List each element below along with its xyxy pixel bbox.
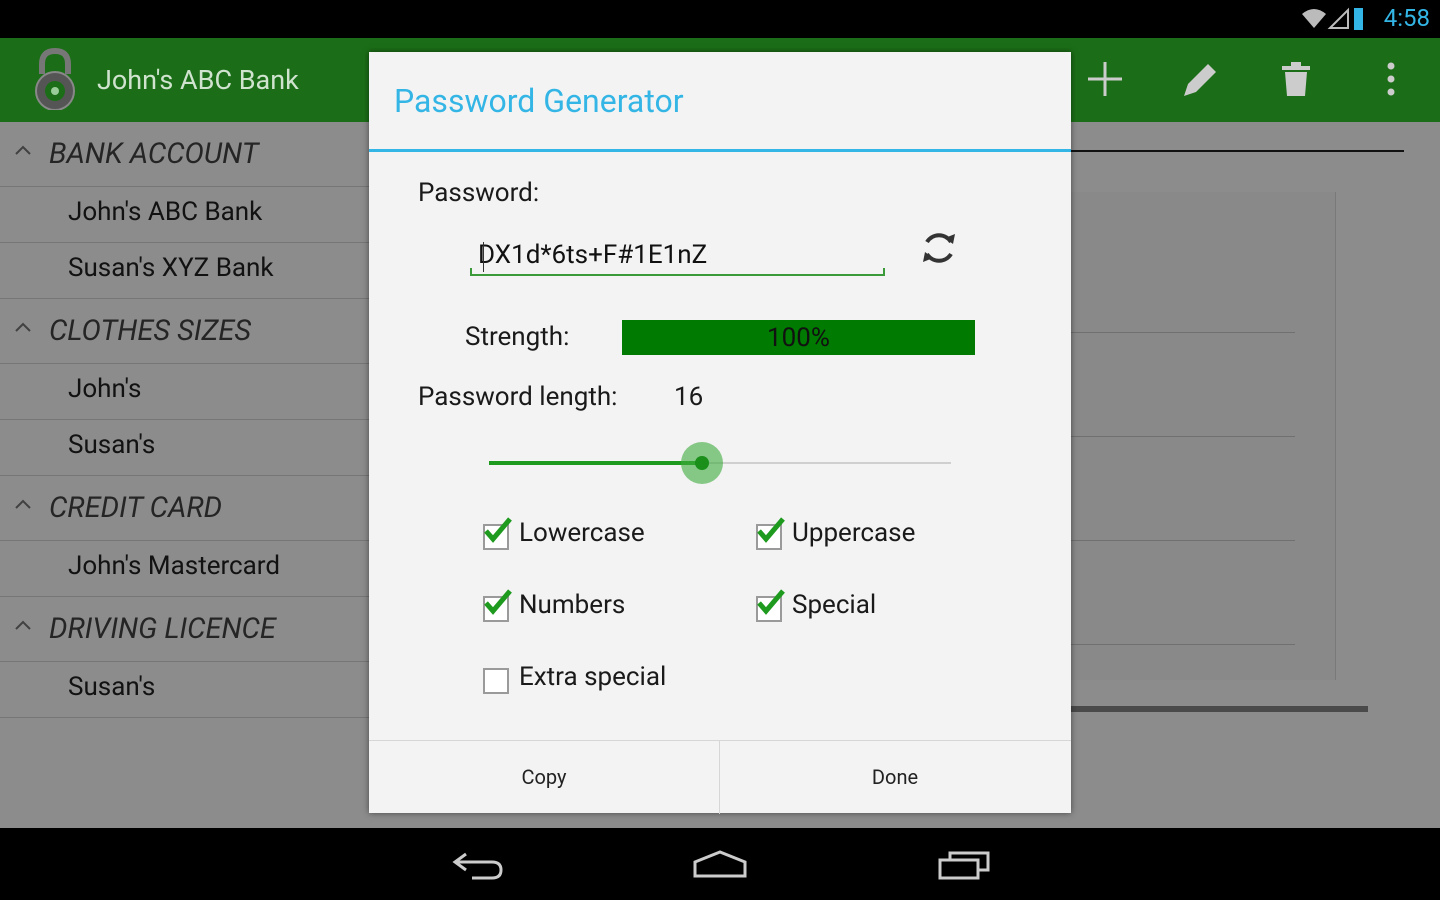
strength-label: Strength: bbox=[465, 322, 570, 352]
status-time: 4:58 bbox=[1383, 4, 1430, 32]
title-divider bbox=[369, 149, 1071, 152]
checkbox-label: Uppercase bbox=[792, 518, 916, 548]
edit-pencil-icon[interactable] bbox=[1180, 60, 1220, 100]
slider-thumb-dot bbox=[694, 456, 709, 470]
navigation-bar bbox=[0, 828, 1440, 900]
field-underline bbox=[470, 274, 885, 276]
checkmark-icon bbox=[757, 517, 785, 543]
checkmark-icon bbox=[757, 589, 785, 615]
dialog-button-bar: Copy Done bbox=[369, 740, 1071, 814]
back-icon[interactable] bbox=[452, 850, 504, 880]
password-length-slider[interactable] bbox=[489, 442, 951, 484]
text-caret bbox=[483, 242, 484, 272]
password-label: Password: bbox=[418, 178, 540, 208]
status-icons bbox=[1302, 7, 1363, 30]
password-generator-dialog: Password Generator Password: DX1d*6ts+F#… bbox=[369, 52, 1071, 814]
dialog-title: Password Generator bbox=[394, 82, 684, 120]
password-field[interactable]: DX1d*6ts+F#1E1nZ bbox=[470, 238, 885, 276]
checkbox-box bbox=[483, 668, 509, 694]
password-value: DX1d*6ts+F#1E1nZ bbox=[478, 240, 708, 270]
password-length-label: Password length: bbox=[418, 382, 618, 412]
recent-apps-icon[interactable] bbox=[938, 850, 992, 880]
checkmark-icon bbox=[484, 517, 512, 543]
add-icon[interactable] bbox=[1086, 60, 1124, 98]
checkbox-label: Lowercase bbox=[519, 518, 645, 548]
password-length-value: 16 bbox=[674, 382, 704, 412]
checkbox-label: Extra special bbox=[519, 662, 667, 692]
copy-button[interactable]: Copy bbox=[369, 741, 719, 814]
field-underline-tick bbox=[883, 268, 885, 276]
status-bar: 4:58 bbox=[0, 0, 1440, 38]
slider-fill bbox=[489, 461, 702, 465]
lock-logo-icon bbox=[35, 48, 75, 110]
delete-trash-icon[interactable] bbox=[1282, 60, 1310, 98]
strength-meter: 100% bbox=[622, 320, 975, 355]
checkbox-label: Numbers bbox=[519, 590, 626, 620]
done-button[interactable]: Done bbox=[720, 741, 1070, 814]
checkbox-label: Special bbox=[792, 590, 877, 620]
home-icon[interactable] bbox=[692, 850, 748, 878]
refresh-icon[interactable] bbox=[919, 228, 959, 268]
strength-value: 100% bbox=[767, 323, 830, 353]
checkmark-icon bbox=[484, 589, 512, 615]
app-title: John's ABC Bank bbox=[97, 64, 299, 96]
overflow-menu-icon[interactable] bbox=[1386, 60, 1396, 98]
field-underline-tick bbox=[470, 268, 472, 276]
